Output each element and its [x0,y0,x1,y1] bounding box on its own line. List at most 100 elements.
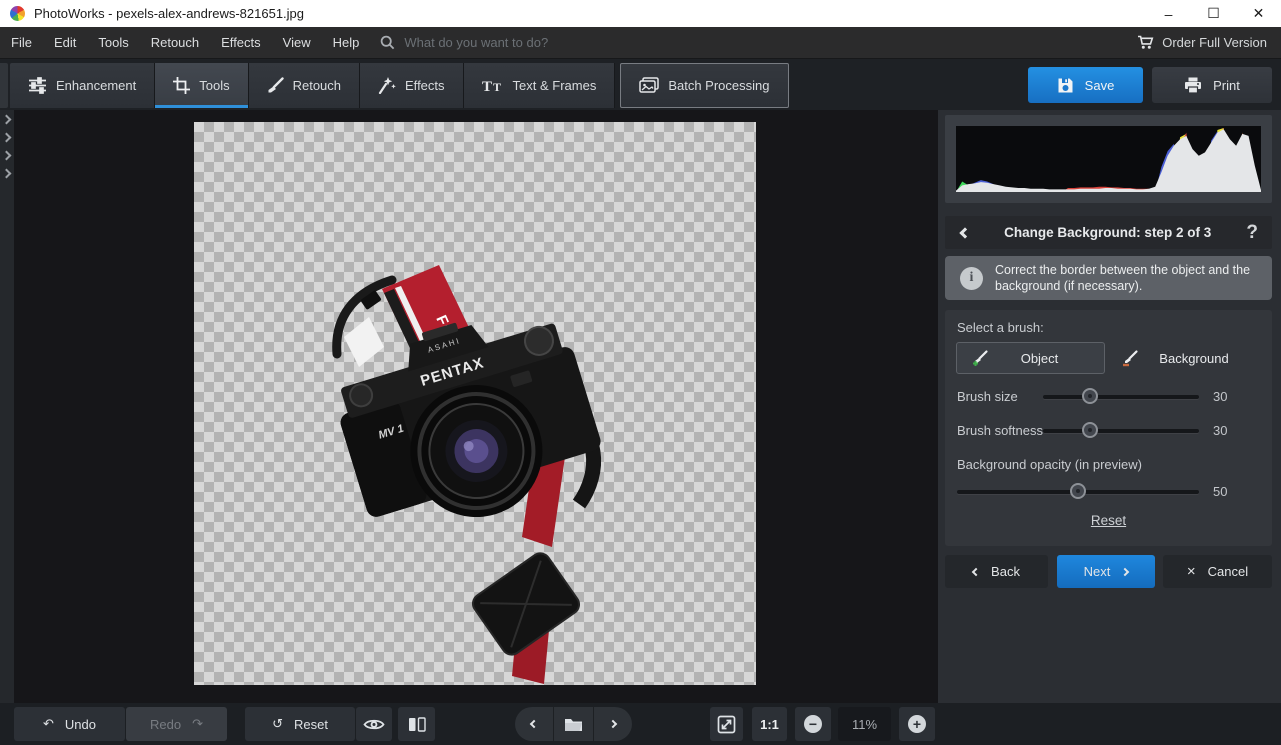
menu-help[interactable]: Help [322,27,371,59]
expand-chevron-icon[interactable] [2,169,12,179]
before-after-compare-button[interactable] [398,707,435,741]
background-brush-button[interactable]: Background [1107,342,1263,374]
brush-softness-label: Brush softness [957,423,1043,438]
menu-edit[interactable]: Edit [43,27,87,59]
object-brush-button[interactable]: Object [956,342,1105,374]
eye-icon [363,718,385,731]
undo-label: Undo [65,717,96,732]
sliders-icon [28,77,47,94]
wizard-buttons: Back Next × Cancel [945,555,1272,588]
menu-bar: File Edit Tools Retouch Effects View Hel… [0,27,1281,59]
photo-stack-icon [639,77,659,94]
right-panel: Change Background: step 2 of 3 ? i Corre… [938,110,1281,703]
step-title: Change Background: step 2 of 3 [969,225,1246,240]
brush-size-label: Brush size [957,389,1018,404]
brush-size-slider[interactable] [1043,395,1199,399]
tab-label: Retouch [293,78,341,93]
brush-settings-section: Select a brush: Object Backgro [945,310,1272,546]
preview-original-button[interactable] [356,707,392,741]
previous-photo-button[interactable] [515,707,553,741]
close-button[interactable]: ✕ [1236,0,1281,27]
menu-tools[interactable]: Tools [87,27,139,59]
undo-button[interactable]: ↶ Undo [14,707,125,741]
tab-batch-processing[interactable]: Batch Processing [620,63,788,108]
search-box[interactable]: What do you want to do? [380,35,548,50]
main-area: FOR PE [0,110,1281,703]
brush-size-slider-thumb[interactable] [1082,388,1098,404]
minus-icon: − [804,715,822,733]
step-header: Change Background: step 2 of 3 ? [945,216,1272,249]
brush-softness-slider[interactable] [1043,429,1199,433]
cancel-button[interactable]: × Cancel [1163,555,1272,588]
tab-effects[interactable]: Effects [360,63,464,108]
menu-retouch[interactable]: Retouch [140,27,210,59]
select-brush-label: Select a brush: [957,320,1044,335]
split-view-icon [408,716,426,733]
brush-size-value: 30 [1213,389,1227,404]
zoom-out-button[interactable]: − [795,707,831,741]
back-label: Back [991,564,1020,579]
reset-button[interactable]: ↺ Reset [245,707,355,741]
background-opacity-label: Background opacity (in preview) [957,457,1142,472]
plus-icon: + [908,715,926,733]
bottom-toolbar: ↶ Undo Redo ↷ ↺ Reset [0,703,1281,745]
reset-link[interactable]: Reset [945,513,1272,528]
editing-canvas: FOR PE [14,110,938,703]
next-photo-button[interactable] [593,707,632,741]
print-button[interactable]: Print [1152,67,1272,103]
next-button[interactable]: Next [1057,555,1155,588]
order-full-version-button[interactable]: Order Full Version [1137,35,1267,50]
expand-chevron-icon[interactable] [2,133,12,143]
tab-enhancement[interactable]: Enhancement [10,63,155,108]
chevron-left-icon [530,720,538,728]
brush-softness-slider-thumb[interactable] [1082,422,1098,438]
brush-icon [267,77,284,94]
cart-icon [1137,35,1154,50]
menu-view[interactable]: View [272,27,322,59]
help-button[interactable]: ? [1246,222,1272,244]
tab-tools[interactable]: Tools [155,63,248,108]
object-brush-label: Object [989,351,1090,366]
crop-icon [173,77,190,94]
menu-effects[interactable]: Effects [210,27,272,59]
photo-preview[interactable]: FOR PE [194,122,756,685]
background-opacity-slider[interactable] [957,490,1199,494]
actual-size-button[interactable]: 1:1 [752,707,787,741]
step-back-button[interactable] [945,229,969,237]
order-full-version-label: Order Full Version [1162,35,1267,50]
minimize-button[interactable]: – [1146,0,1191,27]
folder-icon [564,717,583,732]
open-folder-button[interactable] [553,707,592,741]
close-x-icon: × [1187,563,1196,580]
info-box: i Correct the border between the object … [945,256,1272,300]
fit-to-screen-button[interactable] [710,707,743,741]
expand-chevron-icon[interactable] [2,151,12,161]
left-collapse-strip [0,110,14,703]
chevron-right-icon [609,720,617,728]
title-bar: PhotoWorks - pexels-alex-andrews-821651.… [0,0,1281,27]
tab-label: Tools [199,78,229,93]
zoom-level-value[interactable]: 11% [838,707,891,741]
expand-chevron-icon[interactable] [2,115,12,125]
print-label: Print [1213,78,1240,93]
histogram-chart [956,126,1261,192]
zoom-in-button[interactable]: + [899,707,935,741]
menu-file[interactable]: File [0,27,43,59]
reset-label: Reset [294,717,328,732]
app-logo-icon [10,6,25,21]
back-button[interactable]: Back [945,555,1048,588]
save-button[interactable]: Save [1028,67,1143,103]
save-label: Save [1085,78,1115,93]
cancel-label: Cancel [1208,564,1248,579]
redo-button[interactable]: Redo ↷ [126,707,227,741]
tab-retouch[interactable]: Retouch [249,63,360,108]
tab-bar: Enhancement Tools Retouch [0,59,1281,110]
photoworks-window: PhotoWorks - pexels-alex-andrews-821651.… [0,0,1281,745]
background-opacity-slider-thumb[interactable] [1070,483,1086,499]
maximize-button[interactable]: ☐ [1191,0,1236,27]
collapsed-panel-handle[interactable] [0,63,8,108]
tab-text-frames[interactable]: T T Text & Frames [464,63,616,108]
undo-icon: ↶ [43,717,54,732]
file-navigation-group [515,707,632,741]
next-label: Next [1084,564,1111,579]
